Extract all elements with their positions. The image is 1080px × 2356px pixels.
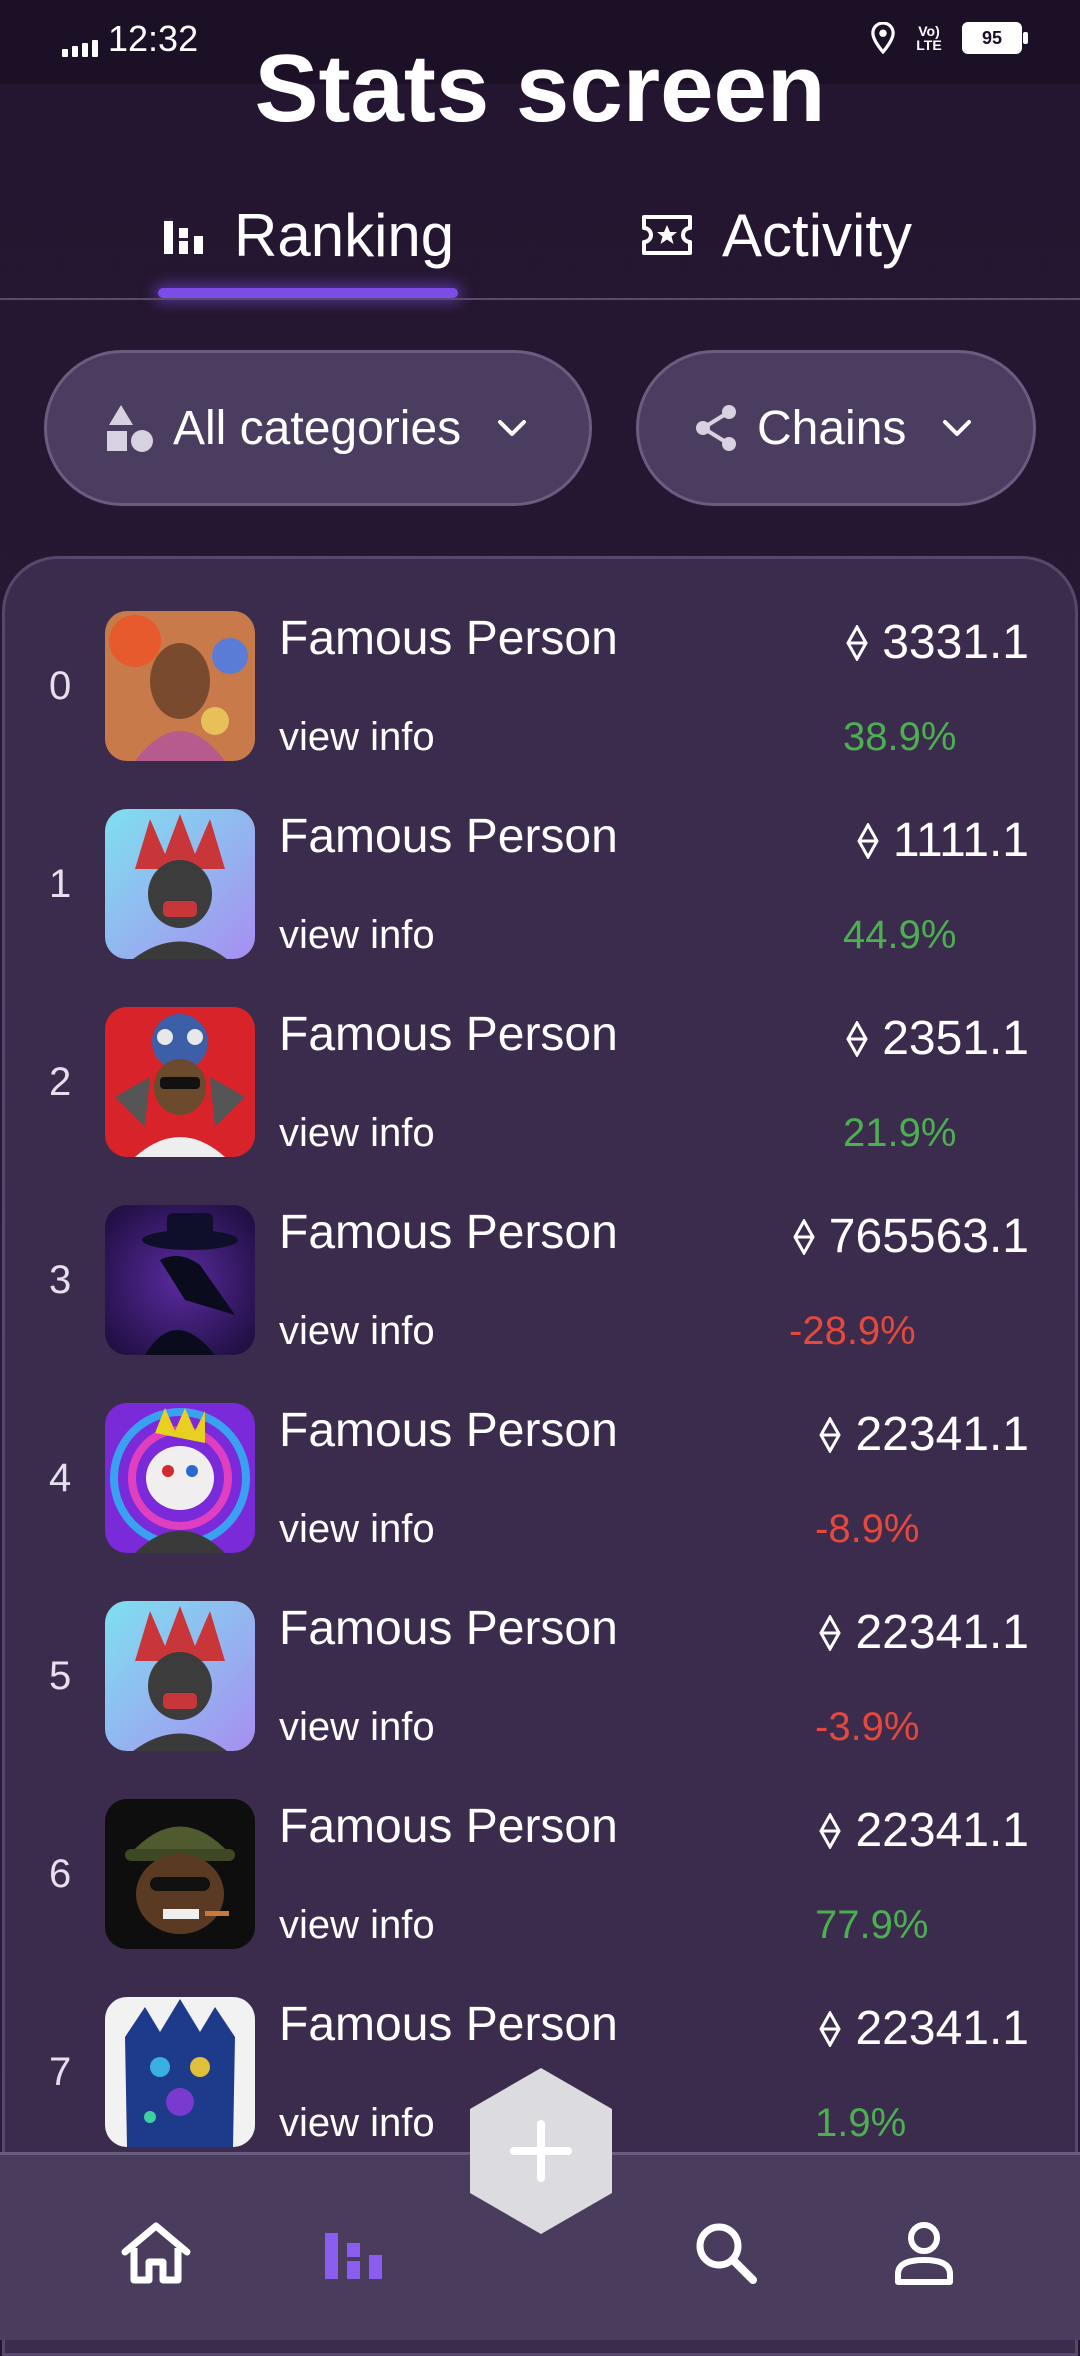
rank-number: 7 (49, 2050, 72, 2094)
item-name: Famous Person (279, 1008, 618, 1061)
change-percent: 21.9% (843, 1111, 957, 1155)
ethereum-icon (846, 1020, 868, 1057)
ranking-row[interactable]: 3 Famous Person view info 765563.1 -28.9… (5, 1205, 1075, 1403)
category-shapes-icon (107, 405, 153, 452)
bar-chart-icon (164, 218, 203, 254)
nav-profile[interactable] (884, 2213, 964, 2293)
share-icon (696, 405, 736, 451)
price-value: 22341.1 (855, 1606, 1029, 1659)
view-info-link[interactable]: view info (279, 1705, 435, 1750)
ticket-star-icon (642, 215, 692, 255)
page-title: Stats screen (254, 35, 826, 142)
categories-filter-label: All categories (173, 401, 462, 455)
tab-ranking[interactable]: Ranking (162, 170, 454, 300)
price: 3331.1 (846, 615, 1029, 670)
price-value: 22341.1 (855, 2002, 1029, 2055)
view-info-link[interactable]: view info (279, 2101, 435, 2146)
ranking-row[interactable]: 1 Famous Person view info 1111.1 44.9% (5, 809, 1075, 1007)
ranking-row[interactable]: 0 Famous Person view info 3331.1 38.9% (5, 611, 1075, 809)
price: 2351.1 (846, 1011, 1029, 1066)
change-percent: 44.9% (843, 913, 957, 957)
tabs-divider (0, 298, 1080, 300)
item-name: Famous Person (279, 612, 618, 665)
avatar (105, 1997, 255, 2147)
price: 22341.1 (819, 2001, 1029, 2056)
ethereum-icon (819, 2010, 842, 2047)
change-percent: -3.9% (815, 1705, 920, 1749)
nav-stats[interactable] (314, 2213, 394, 2293)
price: 22341.1 (819, 1803, 1029, 1858)
tab-activity[interactable]: Activity (640, 170, 912, 300)
price-value: 22341.1 (855, 1804, 1029, 1857)
stats-icon (325, 2229, 382, 2279)
change-percent: -8.9% (815, 1507, 920, 1551)
chains-filter-button[interactable]: Chains (636, 350, 1036, 506)
chains-filter-label: Chains (757, 401, 907, 455)
change-percent: 77.9% (815, 1903, 929, 1947)
view-info-link[interactable]: view info (279, 1507, 435, 1552)
change-percent: -28.9% (789, 1309, 916, 1353)
add-button[interactable] (468, 2066, 614, 2236)
ethereum-icon (819, 1614, 842, 1651)
change-percent: 1.9% (815, 2101, 907, 2145)
tab-activity-label: Activity (722, 201, 913, 269)
chevron-down-icon (498, 420, 527, 436)
home-icon (121, 2222, 191, 2284)
ethereum-icon (857, 822, 879, 859)
rank-number: 5 (49, 1654, 72, 1698)
price: 765563.1 (793, 1209, 1029, 1264)
chevron-down-icon (943, 420, 972, 436)
avatar (105, 809, 255, 959)
ethereum-icon (793, 1218, 815, 1255)
rank-number: 6 (49, 1852, 72, 1896)
price: 22341.1 (819, 1605, 1029, 1660)
price-value: 22341.1 (855, 1408, 1029, 1461)
ranking-row[interactable]: 6 Famous Person view info 22341.1 77.9% (5, 1799, 1075, 1997)
item-name: Famous Person (279, 1800, 618, 1853)
view-info-link[interactable]: view info (279, 1903, 435, 1948)
rank-number: 2 (49, 1060, 72, 1104)
nav-search[interactable] (686, 2213, 766, 2293)
avatar (105, 1601, 255, 1751)
avatar (105, 1799, 255, 1949)
price: 1111.1 (857, 813, 1029, 868)
rank-number: 3 (49, 1258, 72, 1302)
avatar (105, 611, 255, 761)
price-value: 3331.1 (882, 616, 1029, 669)
avatar (105, 1403, 255, 1553)
ethereum-icon (819, 1812, 842, 1849)
item-name: Famous Person (279, 1998, 618, 2051)
search-icon (696, 2223, 757, 2284)
tab-ranking-label: Ranking (234, 201, 455, 269)
categories-filter-button[interactable]: All categories (44, 350, 592, 506)
change-percent: 38.9% (843, 715, 957, 759)
avatar (105, 1205, 255, 1355)
item-name: Famous Person (279, 810, 618, 863)
price-value: 1111.1 (892, 814, 1029, 867)
item-name: Famous Person (279, 1206, 618, 1259)
price: 22341.1 (819, 1407, 1029, 1462)
view-info-link[interactable]: view info (279, 1309, 435, 1354)
rank-number: 1 (49, 862, 72, 906)
profile-icon (895, 2222, 953, 2285)
ethereum-icon (819, 1416, 842, 1453)
rank-number: 0 (49, 664, 72, 708)
ethereum-icon (846, 624, 868, 661)
nav-home[interactable] (116, 2213, 196, 2293)
item-name: Famous Person (279, 1404, 618, 1457)
item-name: Famous Person (279, 1602, 618, 1655)
ranking-row[interactable]: 2 Famous Person view info 2351.1 21.9% (5, 1007, 1075, 1205)
view-info-link[interactable]: view info (279, 1111, 435, 1156)
rank-number: 4 (49, 1456, 72, 1500)
price-value: 765563.1 (828, 1210, 1029, 1263)
ranking-row[interactable]: 4 Famous Person view info 22341.1 -8.9% (5, 1403, 1075, 1601)
view-info-link[interactable]: view info (279, 913, 435, 958)
add-icon (470, 2068, 612, 2234)
price-value: 2351.1 (882, 1012, 1029, 1065)
view-info-link[interactable]: view info (279, 715, 435, 760)
tab-indicator (158, 288, 458, 298)
avatar (105, 1007, 255, 1157)
ranking-row[interactable]: 5 Famous Person view info 22341.1 -3.9% (5, 1601, 1075, 1799)
tab-bar: Ranking Activity (0, 170, 1080, 300)
